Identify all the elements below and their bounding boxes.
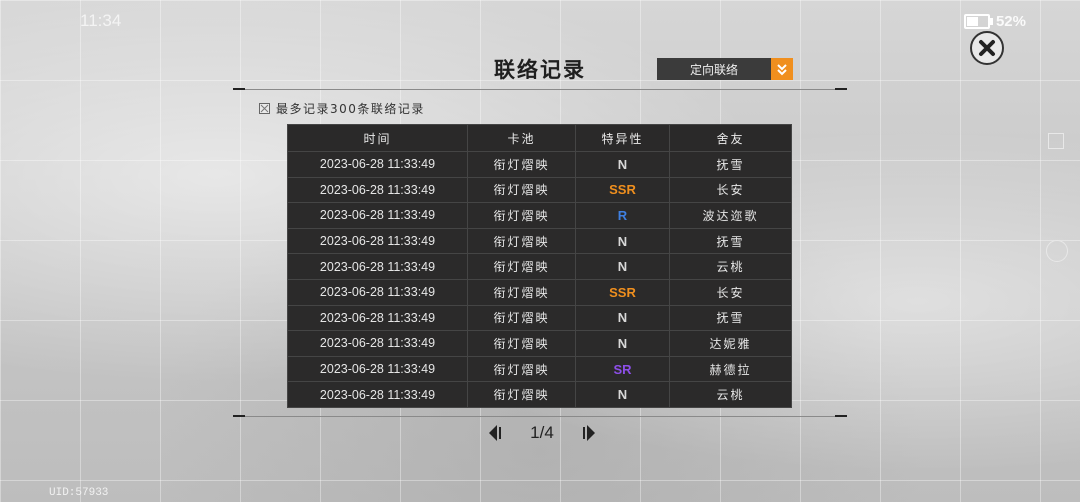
cell-friend: 长安 bbox=[669, 176, 792, 204]
cell-friend: 波达迩歌 bbox=[669, 202, 792, 229]
dropdown-selected-label: 定向联络 bbox=[689, 62, 738, 77]
cell-pool: 衔灯熠映 bbox=[467, 151, 576, 178]
cell-time: 2023-06-28 11:33:49 bbox=[287, 151, 468, 178]
cell-friend: 云桃 bbox=[669, 253, 792, 280]
cell-friend: 赫德拉 bbox=[669, 355, 792, 383]
cell-pool: 衔灯熠映 bbox=[467, 253, 576, 280]
close-button[interactable] bbox=[970, 31, 1004, 65]
cell-pool: 衔灯熠映 bbox=[467, 330, 576, 357]
cell-friend: 抚雪 bbox=[669, 227, 792, 255]
record-limit-note: 最多记录300条联络记录 bbox=[259, 100, 425, 117]
panel-corner-tick bbox=[835, 415, 847, 417]
cell-friend: 抚雪 bbox=[669, 151, 792, 178]
cell-time: 2023-06-28 11:33:49 bbox=[287, 253, 468, 280]
cell-pool: 衔灯熠映 bbox=[467, 227, 576, 255]
cell-pool: 衔灯熠映 bbox=[467, 202, 576, 229]
cell-pool: 衔灯熠映 bbox=[467, 176, 576, 204]
checkbox-icon bbox=[259, 103, 270, 114]
side-circle-icon[interactable] bbox=[1046, 240, 1068, 262]
close-icon bbox=[979, 40, 995, 56]
panel-corner-tick bbox=[233, 415, 245, 417]
side-square-icon[interactable] bbox=[1048, 133, 1064, 149]
chevron-down-icon[interactable] bbox=[771, 58, 793, 80]
cell-rarity: N bbox=[575, 227, 670, 255]
panel-corner-tick bbox=[233, 88, 245, 90]
cell-pool: 衔灯熠映 bbox=[467, 278, 576, 306]
column-header-rarity: 特异性 bbox=[575, 124, 670, 152]
cell-time: 2023-06-28 11:33:49 bbox=[287, 278, 468, 306]
column-header-pool: 卡池 bbox=[467, 124, 576, 152]
panel-top-divider bbox=[233, 89, 847, 90]
cell-friend: 长安 bbox=[669, 278, 792, 306]
column-header-time: 时间 bbox=[287, 124, 468, 152]
record-limit-text: 最多记录300条联络记录 bbox=[276, 102, 425, 116]
battery-indicator: 52% bbox=[963, 13, 1026, 30]
cell-rarity: N bbox=[575, 381, 670, 408]
prev-page-button[interactable] bbox=[487, 423, 509, 443]
cell-rarity: SSR bbox=[575, 278, 670, 306]
cell-friend: 抚雪 bbox=[669, 304, 792, 332]
page-title: 联络记录 bbox=[494, 58, 586, 82]
cell-rarity: R bbox=[575, 202, 670, 229]
cell-friend: 云桃 bbox=[669, 381, 792, 408]
table-row: 2023-06-28 11:33:49 衔灯熠映 N 云桃 bbox=[287, 381, 792, 408]
cell-rarity: N bbox=[575, 304, 670, 332]
table-row: 2023-06-28 11:33:49 衔灯熠映 N 抚雪 bbox=[287, 227, 792, 255]
next-page-button[interactable] bbox=[575, 423, 597, 443]
table-header-row: 时间 卡池 特异性 舍友 bbox=[287, 124, 792, 152]
panel-corner-tick bbox=[835, 88, 847, 90]
battery-icon bbox=[963, 14, 993, 29]
cell-time: 2023-06-28 11:33:49 bbox=[287, 330, 468, 357]
table-row: 2023-06-28 11:33:49 衔灯熠映 SR 赫德拉 bbox=[287, 355, 792, 383]
table-row: 2023-06-28 11:33:49 衔灯熠映 N 达妮雅 bbox=[287, 330, 792, 357]
cell-pool: 衔灯熠映 bbox=[467, 304, 576, 332]
cell-pool: 衔灯熠映 bbox=[467, 381, 576, 408]
page-indicator: 1/4 bbox=[530, 423, 554, 442]
records-table: 时间 卡池 特异性 舍友 2023-06-28 11:33:49 衔灯熠映 N 抚雪 2… bbox=[287, 124, 792, 408]
pagination: 1/4 bbox=[487, 421, 597, 445]
cell-time: 2023-06-28 11:33:49 bbox=[287, 381, 468, 408]
cell-friend: 达妮雅 bbox=[669, 330, 792, 357]
cell-rarity: SSR bbox=[575, 176, 670, 204]
caret-right-icon bbox=[582, 425, 595, 441]
cell-rarity: N bbox=[575, 253, 670, 280]
column-header-friend: 舍友 bbox=[669, 124, 792, 152]
table-row: 2023-06-28 11:33:49 衔灯熠映 N 云桃 bbox=[287, 253, 792, 280]
cell-rarity: N bbox=[575, 151, 670, 178]
pool-type-dropdown[interactable]: 定向联络 bbox=[657, 58, 793, 80]
cell-time: 2023-06-28 11:33:49 bbox=[287, 176, 468, 204]
panel-bottom-divider bbox=[233, 416, 847, 417]
table-row: 2023-06-28 11:33:49 衔灯熠映 SSR 长安 bbox=[287, 176, 792, 204]
user-id-label: UID:57933 bbox=[49, 487, 109, 499]
cell-time: 2023-06-28 11:33:49 bbox=[287, 202, 468, 229]
caret-left-icon bbox=[489, 425, 501, 441]
status-bar-time: 11:34 bbox=[80, 11, 122, 30]
table-row: 2023-06-28 11:33:49 衔灯熠映 N 抚雪 bbox=[287, 304, 792, 332]
battery-percent: 52% bbox=[995, 13, 1026, 30]
table-row: 2023-06-28 11:33:49 衔灯熠映 R 波达迩歌 bbox=[287, 202, 792, 229]
cell-rarity: SR bbox=[575, 355, 670, 383]
table-row: 2023-06-28 11:33:49 衔灯熠映 SSR 长安 bbox=[287, 278, 792, 306]
cell-rarity: N bbox=[575, 330, 670, 357]
cell-time: 2023-06-28 11:33:49 bbox=[287, 304, 468, 332]
cell-time: 2023-06-28 11:33:49 bbox=[287, 227, 468, 255]
table-row: 2023-06-28 11:33:49 衔灯熠映 N 抚雪 bbox=[287, 151, 792, 178]
cell-time: 2023-06-28 11:33:49 bbox=[287, 355, 468, 383]
cell-pool: 衔灯熠映 bbox=[467, 355, 576, 383]
